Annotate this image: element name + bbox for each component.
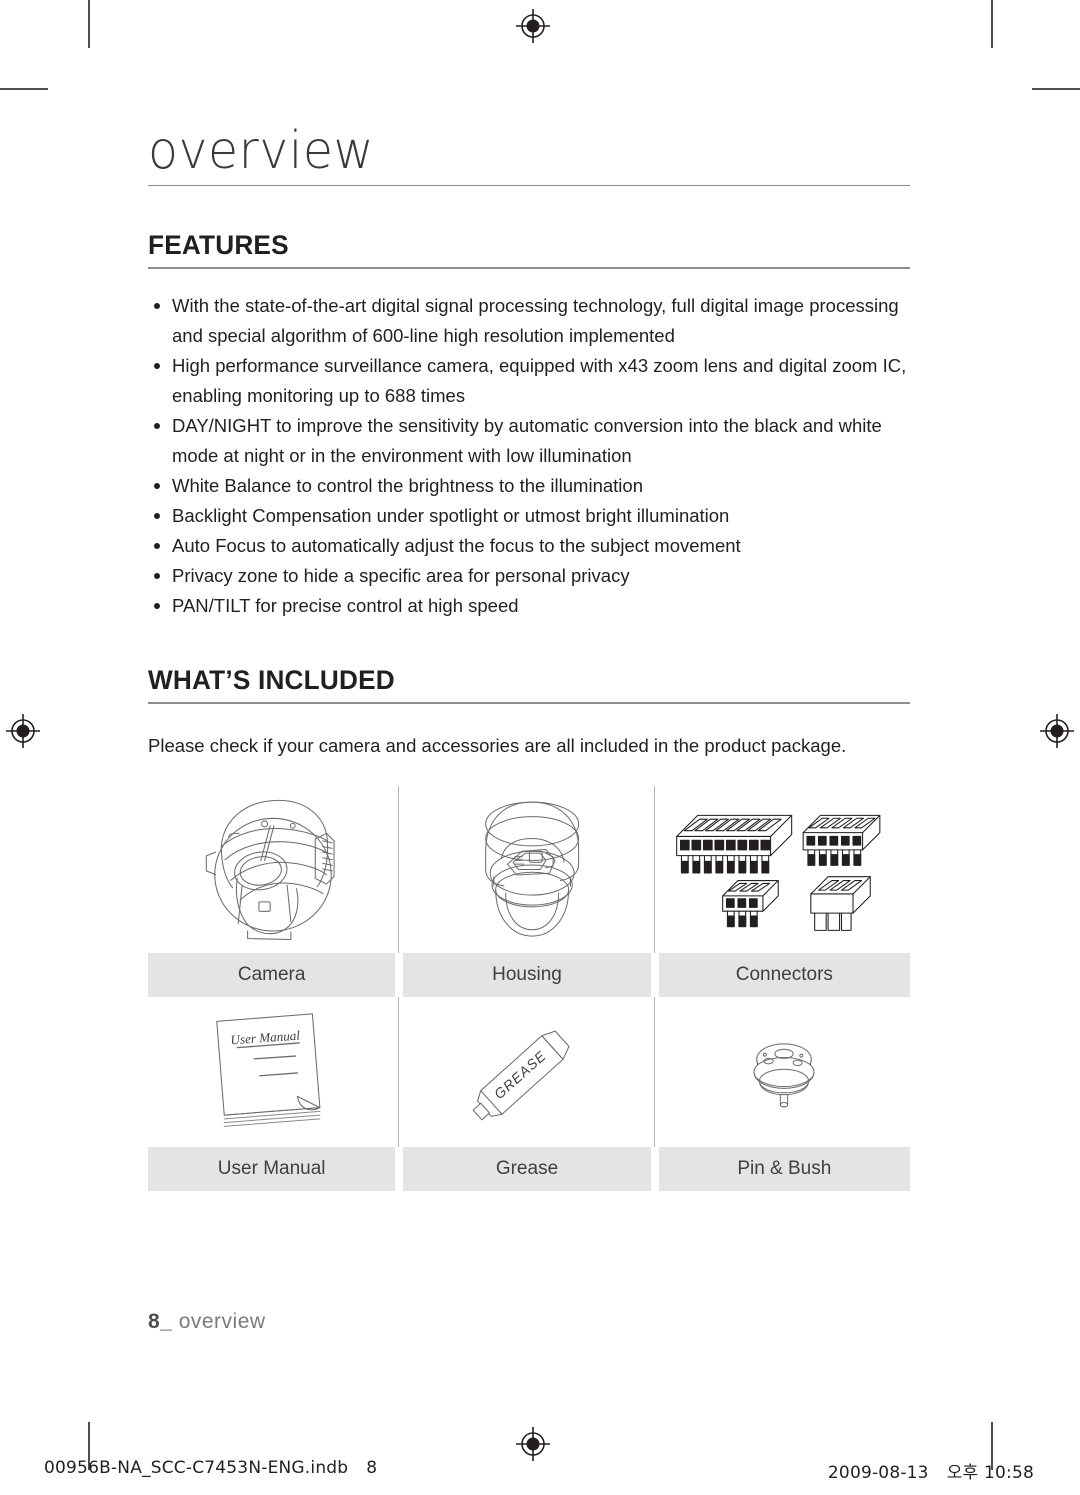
print-file-name: 00956B-NA_SCC-C7453N-ENG.indb [44,1458,349,1478]
included-items-grid: Camera Housing Connectors User Manual Us… [148,786,910,1191]
list-item: Auto Focus to automatically adjust the f… [148,531,910,561]
included-item-label: User Manual [148,1147,400,1191]
crop-mark-left-top [0,88,48,90]
included-item-label: Camera [148,953,400,997]
page-footer: 8_ overview [148,1310,266,1334]
features-list: With the state-of-the-art digital signal… [148,291,910,621]
included-item-label: Pin & Bush [658,1147,910,1191]
features-heading-rule [148,267,910,269]
registration-mark-left [6,714,40,748]
dome-camera-icon [148,786,400,953]
footer-section-name: overview [178,1310,266,1333]
print-date: 2009-08-13 [827,1463,929,1483]
list-item: PAN/TILT for precise control at high spe… [148,591,910,621]
included-item-pin-and-bush: Pin & Bush [658,997,910,1191]
print-time: 10:58 [984,1463,1034,1483]
print-footer-left: 00956B-NA_SCC-C7453N-ENG.indb 8 [44,1458,377,1478]
crop-mark-right-top [1032,88,1080,90]
registration-mark-top [516,9,550,43]
list-item: With the state-of-the-art digital signal… [148,291,910,351]
registration-mark-bottom [516,1427,550,1461]
included-item-label: Grease [403,1147,655,1191]
print-page-number: 8 [366,1458,378,1478]
list-item: Privacy zone to hide a specific area for… [148,561,910,591]
list-item: White Balance to control the brightness … [148,471,910,501]
pin-and-bush-icon [659,997,910,1147]
features-heading: FEATURES [148,230,289,260]
chapter-title: overview [148,120,375,181]
whats-included-heading-rule [148,702,910,704]
print-meridiem: 오후 [946,1463,979,1483]
included-item-user-manual: User Manual User Manual [148,997,400,1191]
list-item: High performance surveillance camera, eq… [148,351,910,411]
whats-included-heading: WHAT’S INCLUDED [148,665,395,695]
crop-mark-top-right [991,0,993,48]
print-footer-right: 2009-08-13 오후 10:58 [828,1458,1034,1483]
crop-mark-top-left [88,0,90,48]
included-item-housing: Housing [403,786,655,997]
included-item-label: Connectors [658,953,910,997]
camera-housing-icon [403,786,655,953]
included-item-label: Housing [403,953,655,997]
list-item: Backlight Compensation under spotlight o… [148,501,910,531]
whats-included-intro: Please check if your camera and accessor… [148,735,847,756]
grease-tube-icon: GREASE [403,997,655,1147]
terminal-connectors-icon [659,786,910,953]
footer-page-number: 8_ [148,1310,173,1333]
registration-mark-right [1040,714,1074,748]
page-content: overview FEATURES With the state-of-the-… [148,120,910,1191]
included-item-camera: Camera [148,786,400,997]
user-manual-icon: User Manual [148,997,400,1147]
list-item: DAY/NIGHT to improve the sensitivity by … [148,411,910,471]
included-item-connectors: Connectors [658,786,910,997]
included-item-grease: GREASE Grease [403,997,655,1191]
chapter-title-rule [148,185,910,186]
